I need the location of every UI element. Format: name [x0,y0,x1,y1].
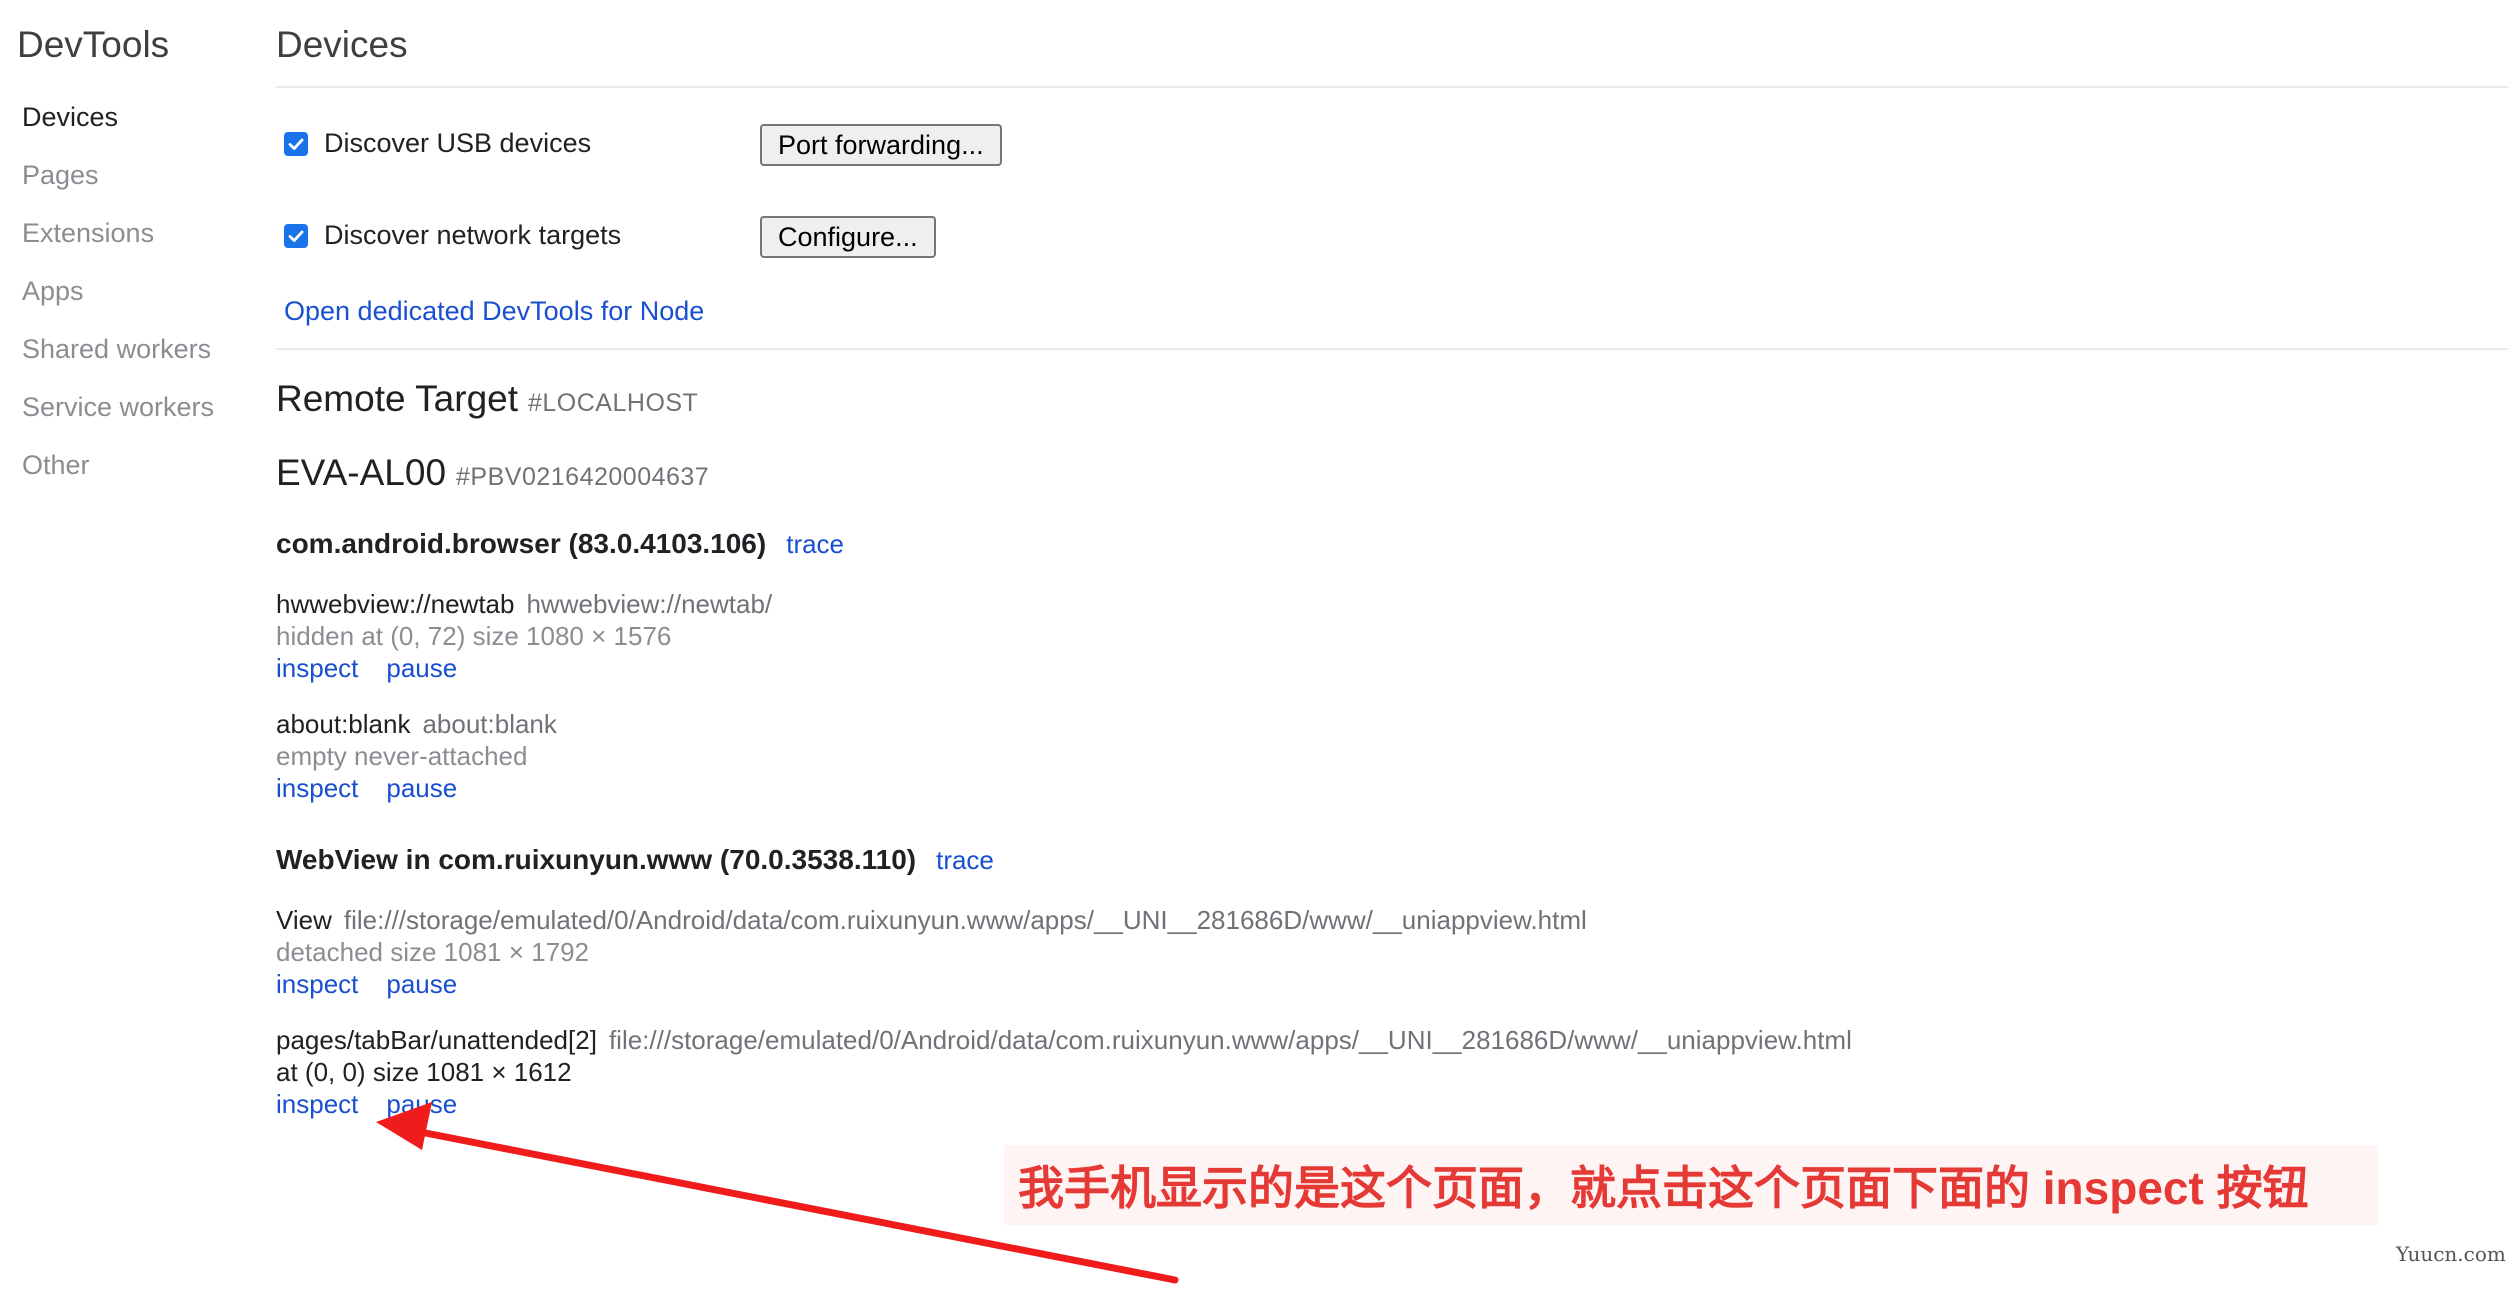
red-arrow-icon [376,1102,1179,1284]
watermark: Yuucn.com [2396,1242,2506,1266]
devtools-devices-page: DevTools Devices Pages Extensions Apps S… [0,0,2508,1310]
